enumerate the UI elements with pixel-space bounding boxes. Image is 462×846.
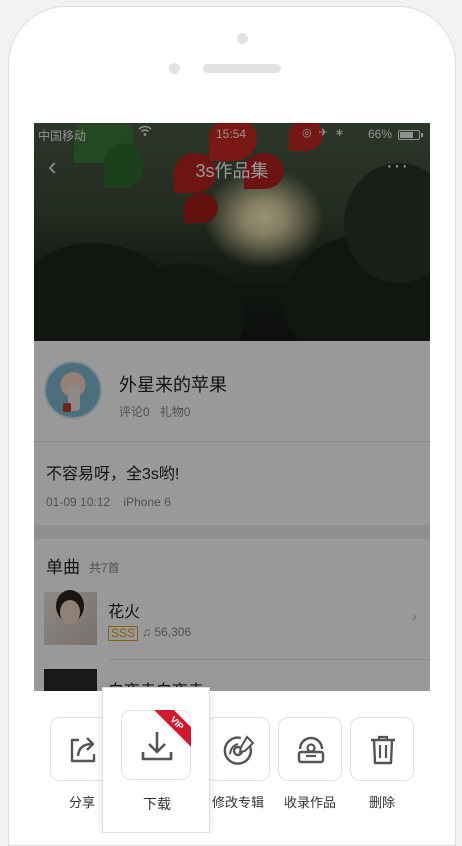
delete-tile[interactable] bbox=[350, 717, 414, 781]
earpiece-speaker bbox=[203, 64, 281, 73]
app-screen: 中国移动 15:54 ◎ ✈ ∗ 66% ‹ 3s作品集 ··· 外星来的苹果 … bbox=[34, 123, 430, 833]
download-label: 下载 bbox=[143, 796, 171, 812]
action-sheet: 分享 修改专辑 收录作品 删除 VIP 下载 bbox=[34, 687, 430, 833]
edit-album-icon bbox=[223, 735, 255, 765]
collect-icon bbox=[297, 736, 325, 764]
share-icon bbox=[70, 737, 96, 763]
delete-label: 删除 bbox=[368, 795, 395, 810]
download-tile[interactable]: VIP bbox=[121, 710, 191, 780]
modal-backdrop[interactable] bbox=[34, 123, 430, 691]
proximity-sensor bbox=[169, 63, 180, 74]
front-camera bbox=[237, 33, 248, 44]
collect-tile[interactable] bbox=[278, 717, 342, 781]
download-button[interactable]: VIP 下载 bbox=[102, 687, 210, 833]
trash-icon bbox=[371, 735, 395, 765]
delete-button[interactable]: 删除 bbox=[342, 691, 422, 833]
vip-badge: VIP bbox=[151, 710, 191, 750]
vip-badge-label: VIP bbox=[151, 710, 191, 750]
collect-label: 收录作品 bbox=[283, 795, 336, 810]
edit-album-tile[interactable] bbox=[206, 717, 270, 781]
collect-button[interactable]: 收录作品 bbox=[270, 691, 350, 833]
